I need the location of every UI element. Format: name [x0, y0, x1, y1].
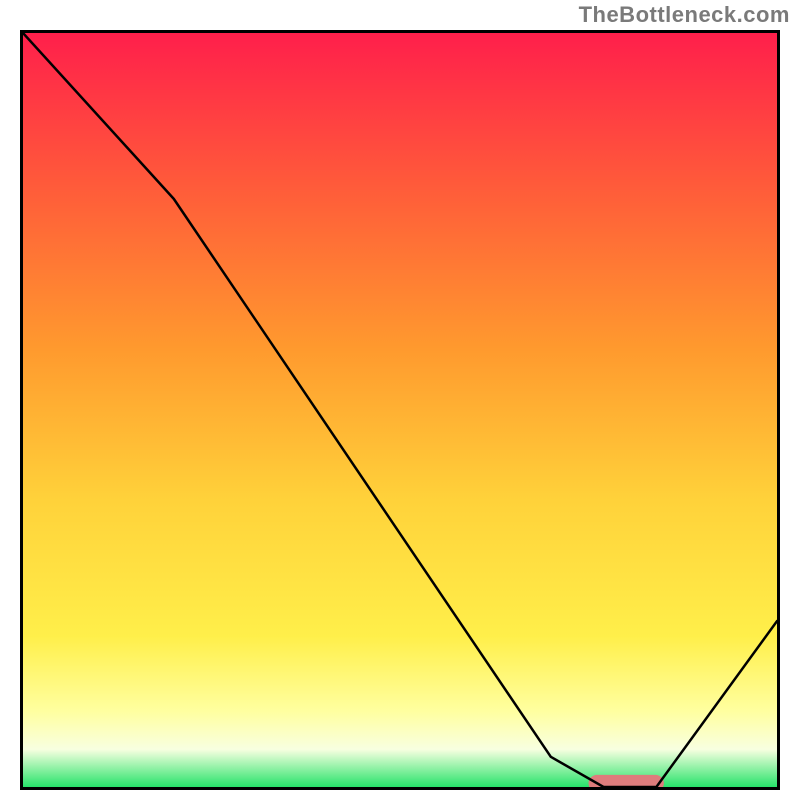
watermark-text: TheBottleneck.com: [579, 2, 790, 28]
chart-frame: [20, 30, 780, 790]
chart-svg: [23, 33, 777, 787]
chart-wrap: TheBottleneck.com: [0, 0, 800, 800]
gradient-background: [23, 33, 777, 787]
